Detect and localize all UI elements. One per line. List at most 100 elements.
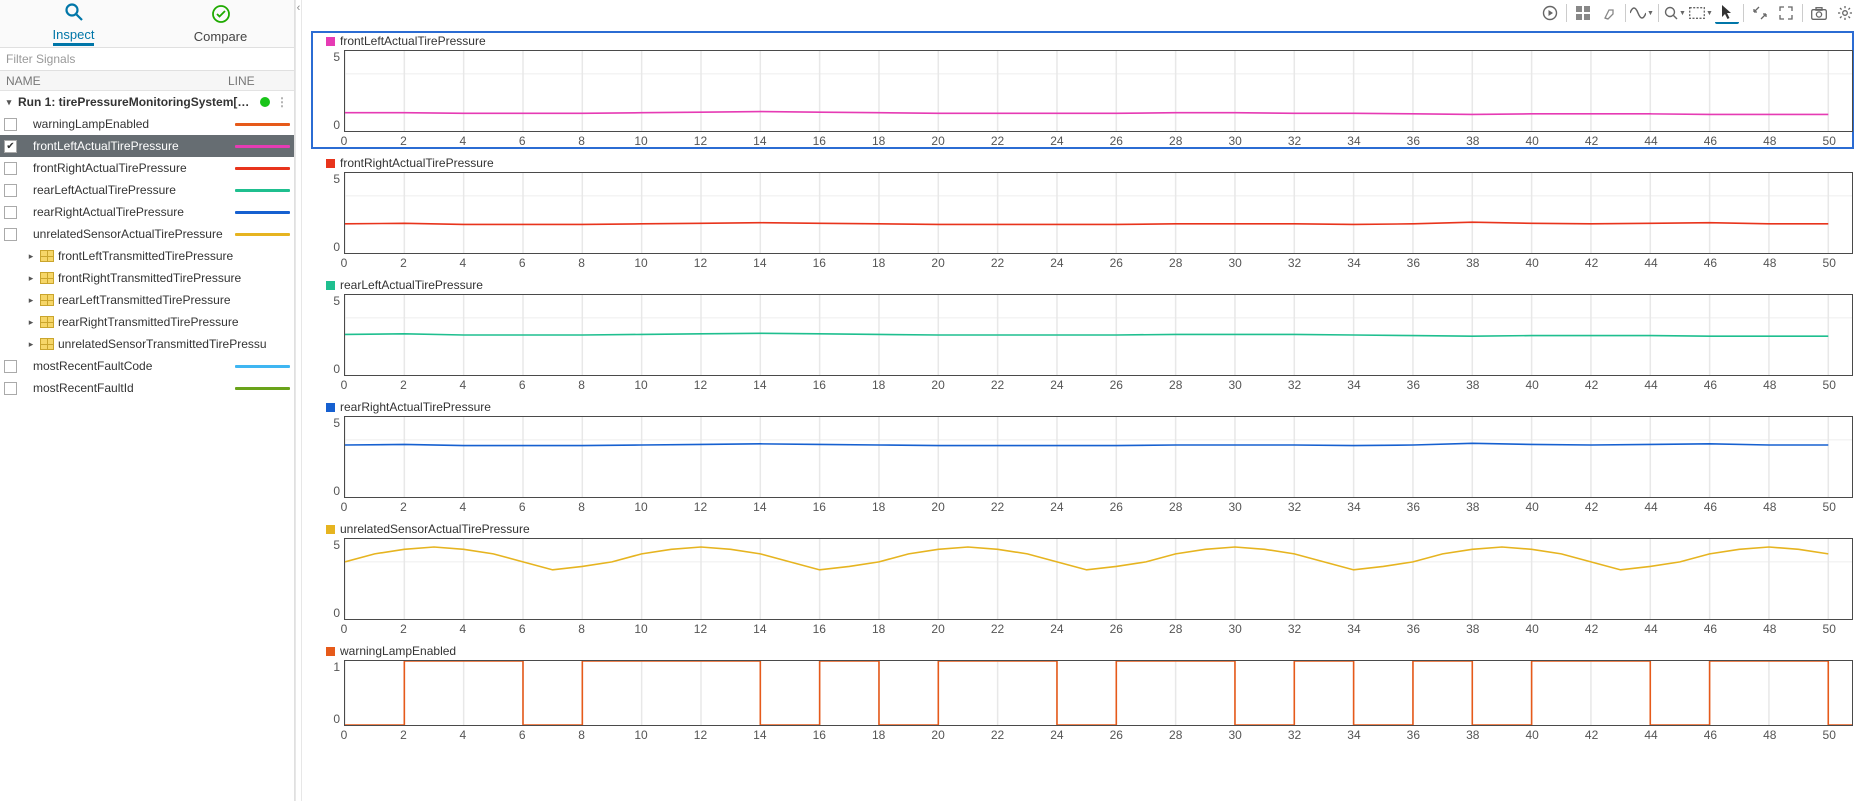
filter-input[interactable] xyxy=(0,48,294,71)
clear-button[interactable] xyxy=(1597,2,1621,24)
checkbox[interactable] xyxy=(4,360,17,373)
plot[interactable] xyxy=(344,294,1853,376)
status-dot xyxy=(260,97,270,107)
settings-button[interactable] xyxy=(1833,2,1857,24)
chart-3[interactable]: rearRightActualTirePressure5002468101214… xyxy=(312,398,1853,514)
run-button[interactable] xyxy=(1538,2,1562,24)
checkbox[interactable] xyxy=(4,206,17,219)
tab-compare[interactable]: Compare xyxy=(147,0,294,47)
signal-row-4[interactable]: rearRightActualTirePressure xyxy=(0,201,294,223)
legend-swatch xyxy=(326,403,335,412)
checkbox[interactable] xyxy=(4,140,17,153)
y-axis: 50 xyxy=(312,50,344,132)
group-icon xyxy=(40,250,54,262)
line-swatch xyxy=(235,167,290,170)
chevron-right-icon: ▸ xyxy=(26,339,36,350)
x-axis: 0246810121416182022242628303234363840424… xyxy=(344,134,1853,148)
plot[interactable] xyxy=(344,172,1853,254)
x-axis: 0246810121416182022242628303234363840424… xyxy=(344,256,1853,270)
chevron-right-icon: ▸ xyxy=(26,251,36,262)
run-row[interactable]: ▾Run 1: tirePressureMonitoringSystem[Cur… xyxy=(0,91,294,113)
signal-name: frontLeftActualTirePressure xyxy=(21,139,231,153)
group-icon xyxy=(40,294,54,306)
checkbox[interactable] xyxy=(4,228,17,241)
x-axis: 0246810121416182022242628303234363840424… xyxy=(344,378,1853,392)
plot[interactable] xyxy=(344,660,1853,726)
zoom-button[interactable]: ▼ xyxy=(1663,2,1687,24)
chart-4[interactable]: unrelatedSensorActualTirePressure5002468… xyxy=(312,520,1853,636)
collapse-button[interactable] xyxy=(1748,2,1772,24)
layout-button[interactable] xyxy=(1571,2,1595,24)
checkbox[interactable] xyxy=(4,184,17,197)
y-axis: 10 xyxy=(312,660,344,726)
header-line: LINE xyxy=(228,74,288,88)
chart-area[interactable]: frontLeftActualTirePressure5002468101214… xyxy=(302,26,1863,801)
signal-row-5[interactable]: unrelatedSensorActualTirePressure xyxy=(0,223,294,245)
group-row-3[interactable]: ▸ rearRightTransmittedTirePressure xyxy=(0,311,294,333)
pane-divider[interactable]: ‹ xyxy=(295,0,302,801)
chart-2[interactable]: rearLeftActualTirePressure50024681012141… xyxy=(312,276,1853,392)
cursor-button[interactable] xyxy=(1715,2,1739,24)
plot[interactable] xyxy=(344,50,1853,132)
run-label: Run 1: tirePressureMonitoringSystem[Curr… xyxy=(18,95,252,109)
x-axis: 0246810121416182022242628303234363840424… xyxy=(344,622,1853,636)
extra-signal-row-1[interactable]: mostRecentFaultId xyxy=(0,377,294,399)
signal-list[interactable]: ▾Run 1: tirePressureMonitoringSystem[Cur… xyxy=(0,91,294,801)
line-swatch xyxy=(235,211,290,214)
checkbox[interactable] xyxy=(4,382,17,395)
signal-row-1[interactable]: frontLeftActualTirePressure xyxy=(0,135,294,157)
chevron-left-icon: ‹ xyxy=(297,2,301,14)
line-swatch xyxy=(235,189,290,192)
header-name: NAME xyxy=(6,74,228,88)
legend-label: unrelatedSensorActualTirePressure xyxy=(340,522,530,536)
signal-name: mostRecentFaultId xyxy=(21,381,231,395)
tab-bar: Inspect Compare xyxy=(0,0,294,48)
more-icon[interactable]: ⋮ xyxy=(274,95,290,109)
extra-signal-row-0[interactable]: mostRecentFaultCode xyxy=(0,355,294,377)
legend-label: rearRightActualTirePressure xyxy=(340,400,491,414)
fit-button[interactable]: ▼ xyxy=(1689,2,1713,24)
snapshot-button[interactable] xyxy=(1807,2,1831,24)
x-axis: 0246810121416182022242628303234363840424… xyxy=(344,728,1853,742)
legend-label: rearLeftActualTirePressure xyxy=(340,278,483,292)
group-name: rearRightTransmittedTirePressure xyxy=(58,315,290,329)
plot[interactable] xyxy=(344,538,1853,620)
group-row-4[interactable]: ▸unrelatedSensorTransmittedTirePressu xyxy=(0,333,294,355)
checkbox[interactable] xyxy=(4,162,17,175)
group-name: frontLeftTransmittedTirePressure xyxy=(58,249,290,263)
signal-row-3[interactable]: rearLeftActualTirePressure xyxy=(0,179,294,201)
group-name: rearLeftTransmittedTirePressure xyxy=(58,293,290,307)
tab-inspect[interactable]: Inspect xyxy=(0,0,147,47)
group-row-1[interactable]: ▸frontRightTransmittedTirePressure xyxy=(0,267,294,289)
legend-label: frontRightActualTirePressure xyxy=(340,156,494,170)
legend-label: frontLeftActualTirePressure xyxy=(340,34,486,48)
chevron-right-icon: ▸ xyxy=(26,317,36,328)
group-row-2[interactable]: ▸rearLeftTransmittedTirePressure xyxy=(0,289,294,311)
chart-0[interactable]: frontLeftActualTirePressure 5002468101214… xyxy=(312,32,1853,148)
check-circle-icon xyxy=(211,4,231,27)
group-icon xyxy=(40,316,54,328)
signal-type-button[interactable]: ▼ xyxy=(1630,2,1654,24)
tab-inspect-label: Inspect xyxy=(53,27,95,46)
chart-1[interactable]: frontRightActualTirePressure 500246810121… xyxy=(312,154,1853,270)
chevron-right-icon: ▸ xyxy=(26,273,36,284)
expand-button[interactable] xyxy=(1774,2,1798,24)
toolbar: ▼ ▼ ▼ xyxy=(302,0,1863,26)
line-swatch xyxy=(235,387,290,390)
y-axis: 50 xyxy=(312,416,344,498)
checkbox[interactable] xyxy=(4,118,17,131)
signal-row-0[interactable]: warningLampEnabled xyxy=(0,113,294,135)
signal-name: warningLampEnabled xyxy=(21,117,231,131)
line-swatch xyxy=(235,365,290,368)
signal-row-2[interactable]: frontRightActualTirePressure xyxy=(0,157,294,179)
chart-5[interactable]: warningLampEnabled1002468101214161820222… xyxy=(312,642,1853,742)
group-icon xyxy=(40,338,54,350)
legend-swatch xyxy=(326,525,335,534)
y-axis: 50 xyxy=(312,172,344,254)
line-swatch xyxy=(235,123,290,126)
group-row-0[interactable]: ▸ frontLeftTransmittedTirePressure xyxy=(0,245,294,267)
plot[interactable] xyxy=(344,416,1853,498)
group-icon xyxy=(40,272,54,284)
line-swatch xyxy=(235,145,290,148)
list-header: NAME LINE xyxy=(0,71,294,91)
